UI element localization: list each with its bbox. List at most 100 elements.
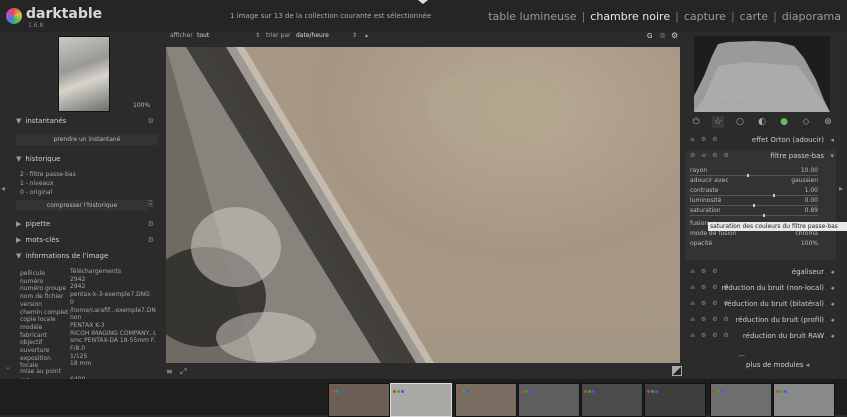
- expand-arrow-icon[interactable]: ◂: [830, 284, 834, 292]
- history-style-icon[interactable]: ⎘: [148, 200, 154, 209]
- tags-header[interactable]: ▶ mots-clés ⚙: [16, 236, 156, 247]
- param-row[interactable]: adoucir avec gaussien: [690, 177, 818, 184]
- filmstrip-thumbnail[interactable]: [390, 383, 452, 417]
- filmstrip-thumbnail[interactable]: [455, 383, 517, 417]
- filmstrip-thumbnail[interactable]: [644, 383, 706, 417]
- module-controls-icon[interactable]: ≡ ⚙ ⚙: [690, 268, 720, 275]
- param-row[interactable]: mode de fusion chroma: [690, 230, 818, 237]
- main-image[interactable]: [166, 47, 680, 363]
- module-item[interactable]: ≡ ⚙ ⚙ ⚙ réduction du bruit (bilatéral) ◂: [686, 298, 836, 312]
- view-lighttable[interactable]: table lumineuse: [488, 10, 576, 23]
- history-header[interactable]: ▼ historique: [16, 155, 156, 166]
- color-group-icon[interactable]: ●: [778, 116, 790, 128]
- color-labels-icon: [713, 386, 727, 393]
- param-value[interactable]: chroma: [795, 230, 818, 237]
- image-info-value: pentax-k-3-exemple7.DNG: [70, 291, 150, 299]
- param-value[interactable]: 10.00: [801, 167, 818, 174]
- param-slider[interactable]: [690, 194, 818, 197]
- image-info-row: mise au point: [20, 368, 156, 375]
- power-icon[interactable]: ⏻: [690, 116, 702, 128]
- expand-arrow-icon[interactable]: ◂: [830, 300, 834, 308]
- module-item[interactable]: ≡ ⚙ ⚙ ⚙ réduction du bruit (non-local) ◂: [686, 282, 836, 296]
- take-snapshot-button[interactable]: prendre un instantané: [16, 134, 158, 145]
- module-item[interactable]: ≡ ⚙ ⚙ ⚙ réduction du bruit RAW ◂: [686, 330, 836, 344]
- sort-select-arrow-icon[interactable]: ⇕: [352, 32, 357, 39]
- param-value[interactable]: 100%: [801, 240, 818, 247]
- correct-group-icon[interactable]: ◇: [800, 116, 812, 128]
- scroll-handle-icon[interactable]: ⌒: [738, 354, 745, 364]
- history-item[interactable]: 0 - original: [20, 189, 52, 196]
- param-value[interactable]: 1.00: [805, 187, 818, 194]
- module-controls-icon[interactable]: ≡ ⚙ ⚙ ⚙: [690, 332, 731, 339]
- sort-order-icon[interactable]: ▴: [365, 32, 368, 39]
- basic-group-icon[interactable]: ○: [734, 116, 746, 128]
- star-icon[interactable]: ☆: [659, 31, 666, 40]
- param-label: contraste: [690, 187, 719, 194]
- navigation-thumbnail[interactable]: [58, 36, 110, 112]
- compress-history-button[interactable]: compresser l'historique: [16, 200, 148, 211]
- param-value[interactable]: 0.00: [805, 197, 818, 204]
- filmstrip-thumbnail[interactable]: [581, 383, 643, 417]
- reset-icon[interactable]: ⚙: [148, 117, 154, 125]
- param-row[interactable]: rayon 10.00: [690, 167, 818, 174]
- param-row[interactable]: opacité 100%: [690, 240, 818, 247]
- reset-icon[interactable]: ⚙: [148, 236, 154, 244]
- filmstrip-thumbnail[interactable]: [710, 383, 772, 417]
- quick-presets-icon[interactable]: ⤢: [180, 367, 186, 377]
- navigation-zoom[interactable]: 100%: [133, 102, 150, 109]
- tooltip: saturation des couleurs du filtre passe-…: [708, 222, 847, 231]
- expand-arrow-icon[interactable]: ◂: [830, 136, 834, 144]
- module-controls-icon[interactable]: ⚙ ≡ ⚙ ⚙: [690, 152, 731, 159]
- param-slider[interactable]: [690, 214, 818, 217]
- right-panel-collapse-icon[interactable]: ▸: [839, 184, 843, 193]
- view-switcher: table lumineuse | chambre noire | capture | ca…: [488, 10, 841, 23]
- module-controls-icon[interactable]: ≡ ⚙ ⚙ ⚙: [690, 316, 731, 323]
- param-row[interactable]: luminosité 0.00: [690, 197, 818, 204]
- param-value[interactable]: gaussien: [791, 177, 818, 184]
- view-map[interactable]: carte: [740, 10, 768, 23]
- module-item[interactable]: ≡ ⚙ ⚙ ⚙ réduction du bruit (profil) ◂: [686, 314, 836, 328]
- param-row[interactable]: saturation 0.89: [690, 207, 818, 214]
- param-slider[interactable]: [690, 204, 818, 207]
- gamut-check-button[interactable]: G: [647, 32, 652, 40]
- filmstrip-thumbnail[interactable]: [518, 383, 580, 417]
- param-row[interactable]: contraste 1.00: [690, 187, 818, 194]
- filmstrip-thumbnail[interactable]: [773, 383, 835, 417]
- view-slideshow[interactable]: diaporama: [782, 10, 841, 23]
- expand-arrow-icon[interactable]: ◂: [830, 268, 834, 276]
- styles-list-icon[interactable]: ≡: [166, 367, 173, 376]
- image-info-header[interactable]: ▼ informations de l'image: [16, 252, 156, 263]
- effect-group-icon[interactable]: ⊛: [822, 116, 834, 128]
- snapshots-header[interactable]: ▼ instantanés ⚙: [16, 117, 156, 128]
- filter-select[interactable]: tout: [197, 32, 209, 39]
- param-value[interactable]: 0.89: [805, 207, 818, 214]
- collapse-arrow-icon[interactable]: ▾: [830, 152, 834, 160]
- filmstrip-thumbnail[interactable]: [328, 383, 390, 417]
- filter-select-arrow-icon[interactable]: ⇕: [255, 32, 260, 39]
- gear-icon[interactable]: ⚙: [671, 31, 678, 40]
- view-tethering[interactable]: capture: [684, 10, 726, 23]
- module-orton[interactable]: ≡ ⚙ ⚙ effet Orton (adoucir) ◂: [686, 134, 836, 148]
- pipette-header[interactable]: ▶ pipette ⚙: [16, 220, 156, 231]
- more-modules-header[interactable]: plus de modules ◂: [746, 361, 809, 369]
- module-lowpass[interactable]: ⚙ ≡ ⚙ ⚙ filtre passe-bas ▾: [686, 150, 836, 164]
- param-slider[interactable]: [690, 174, 818, 177]
- favorites-icon[interactable]: ☆: [712, 116, 724, 128]
- overexposure-toggle-icon[interactable]: [672, 366, 682, 376]
- expand-arrow-icon[interactable]: ◂: [830, 332, 834, 340]
- view-darkroom[interactable]: chambre noire: [590, 10, 670, 23]
- module-item[interactable]: ≡ ⚙ ⚙ égaliseur ◂: [686, 266, 836, 280]
- expand-arrow-icon[interactable]: ◂: [830, 316, 834, 324]
- left-bottom-arrow-icon[interactable]: ⌄: [5, 363, 11, 371]
- image-info-value: PENTAX K-3: [70, 321, 105, 329]
- history-item[interactable]: 1 - niveaux: [20, 180, 54, 187]
- param-label: fusion: [690, 220, 709, 227]
- slider-knob[interactable]: [763, 214, 766, 217]
- history-item[interactable]: 2 - filtre passe-bas: [20, 171, 76, 178]
- module-controls-icon[interactable]: ≡ ⚙ ⚙: [690, 136, 720, 143]
- param-label: adoucir avec: [690, 177, 729, 184]
- reset-icon[interactable]: ⚙: [148, 220, 154, 228]
- left-panel-collapse-icon[interactable]: ◂: [1, 184, 5, 193]
- tone-group-icon[interactable]: ◐: [756, 116, 768, 128]
- sort-select[interactable]: date/heure: [296, 32, 329, 39]
